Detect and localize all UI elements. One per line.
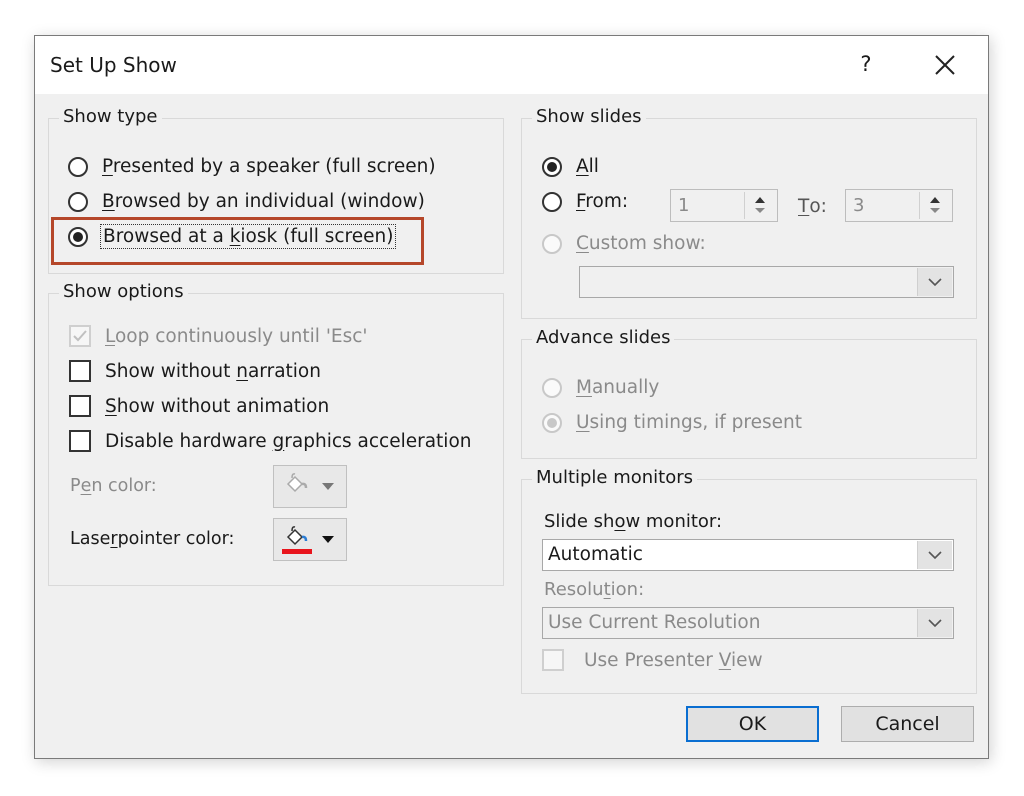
checkbox[interactable] xyxy=(69,430,91,452)
radio-button[interactable] xyxy=(542,377,562,398)
checkbox[interactable] xyxy=(69,360,91,382)
from-slide-spinner[interactable]: 1 xyxy=(670,189,778,222)
radio-custom-show[interactable]: Custom show: xyxy=(542,233,706,254)
option-label: Using timings, if present xyxy=(576,412,802,433)
from-slide-value: 1 xyxy=(678,195,690,216)
option-label: Browsed by an individual (window) xyxy=(102,191,425,212)
kiosk-highlight-annotation xyxy=(51,217,424,265)
dropdown-caret-icon xyxy=(322,536,334,543)
chevron-down-icon xyxy=(928,551,942,560)
advance-slides-label: Advance slides xyxy=(532,327,675,348)
spin-up-icon[interactable] xyxy=(930,197,940,203)
checkbox[interactable] xyxy=(542,649,564,671)
dialog-title: Set Up Show xyxy=(50,53,177,77)
ok-button[interactable]: OK xyxy=(686,706,819,742)
dropdown-button[interactable] xyxy=(917,268,952,296)
spinner-arrows[interactable] xyxy=(919,192,950,219)
spin-down-icon[interactable] xyxy=(930,208,940,213)
checkbox-loop-continuously[interactable]: Loop continuously until 'Esc' xyxy=(69,325,368,347)
checkbox[interactable] xyxy=(69,395,91,417)
checkmark-icon xyxy=(73,330,87,342)
laser-pointer-color-label: Lase r pointer color: xyxy=(70,529,235,549)
chevron-down-icon xyxy=(928,278,942,287)
title-bar: Set Up Show ? xyxy=(35,36,988,94)
spin-down-icon[interactable] xyxy=(755,208,765,213)
dropdown-caret-icon xyxy=(322,483,334,490)
radio-button[interactable] xyxy=(542,191,562,212)
resolution-label: Resolu t ion: xyxy=(544,579,645,600)
dropdown-button[interactable] xyxy=(917,541,952,569)
dropdown-button[interactable] xyxy=(917,609,952,637)
help-button[interactable]: ? xyxy=(853,49,879,79)
set-up-show-dialog: Set Up Show ? Show type Presented by a s… xyxy=(34,35,989,759)
option-label: Show without narration xyxy=(105,360,321,382)
resolution-value: Use Current Resolution xyxy=(548,612,761,633)
show-options-label: Show options xyxy=(59,281,188,302)
radio-using-timings[interactable]: Using timings, if present xyxy=(542,412,802,433)
checkbox-use-presenter-view[interactable]: Use Presenter View xyxy=(542,649,763,671)
checkbox-show-without-animation[interactable]: Show without animation xyxy=(69,395,329,417)
slide-show-monitor-select[interactable]: Automatic xyxy=(542,539,954,571)
option-label: Use Presenter View xyxy=(584,649,763,671)
monitor-value: Automatic xyxy=(548,544,643,565)
option-label: Manually xyxy=(576,377,660,398)
option-label: All xyxy=(576,156,599,177)
option-label: Disable hardware graphics acceleration xyxy=(105,430,472,452)
option-label: Loop continuously until 'Esc' xyxy=(105,325,368,347)
to-label: To: xyxy=(798,196,827,217)
radio-button[interactable] xyxy=(542,233,562,254)
slide-show-monitor-label: Slide sh o w monitor: xyxy=(544,511,723,532)
custom-show-select[interactable] xyxy=(579,266,954,298)
option-label: From: xyxy=(576,191,629,212)
spinner-arrows[interactable] xyxy=(744,192,775,219)
cancel-button[interactable]: Cancel xyxy=(841,706,974,742)
to-slide-spinner[interactable]: 3 xyxy=(845,189,953,222)
radio-browsed-by-individual[interactable]: Browsed by an individual (window) xyxy=(68,191,425,212)
resolution-select[interactable]: Use Current Resolution xyxy=(542,607,954,639)
show-type-label: Show type xyxy=(59,106,162,127)
radio-manually[interactable]: Manually xyxy=(542,377,659,398)
multiple-monitors-label: Multiple monitors xyxy=(532,467,698,488)
radio-presented-by-speaker[interactable]: Presented by a speaker (full screen) xyxy=(68,156,436,177)
paint-bucket-icon xyxy=(286,473,308,493)
pen-color-button[interactable] xyxy=(273,465,347,508)
radio-button[interactable] xyxy=(542,156,562,177)
laser-color-swatch xyxy=(282,549,312,554)
to-slide-value: 3 xyxy=(853,195,865,216)
close-icon xyxy=(935,55,955,75)
radio-button[interactable] xyxy=(68,156,88,177)
paint-bucket-icon xyxy=(286,526,308,546)
advance-slides-group: Advance slides xyxy=(521,327,977,459)
checkbox[interactable] xyxy=(69,325,91,347)
laser-pointer-color-button[interactable] xyxy=(273,518,347,561)
radio-all-slides[interactable]: All xyxy=(542,156,599,177)
chevron-down-icon xyxy=(928,619,942,628)
option-label: Show without animation xyxy=(105,395,330,417)
close-button[interactable] xyxy=(927,48,963,82)
radio-button[interactable] xyxy=(68,191,88,212)
option-label: Custom show: xyxy=(576,233,706,254)
radio-button[interactable] xyxy=(542,412,562,433)
spin-up-icon[interactable] xyxy=(755,197,765,203)
checkbox-show-without-narration[interactable]: Show without narration xyxy=(69,360,321,382)
checkbox-disable-hardware-acceleration[interactable]: Disable hardware graphics acceleration xyxy=(69,430,472,452)
radio-from-slides[interactable]: From: xyxy=(542,191,628,212)
show-slides-label: Show slides xyxy=(532,106,646,127)
option-label: Presented by a speaker (full screen) xyxy=(102,156,436,177)
pen-color-label: Pen color: xyxy=(70,476,157,496)
